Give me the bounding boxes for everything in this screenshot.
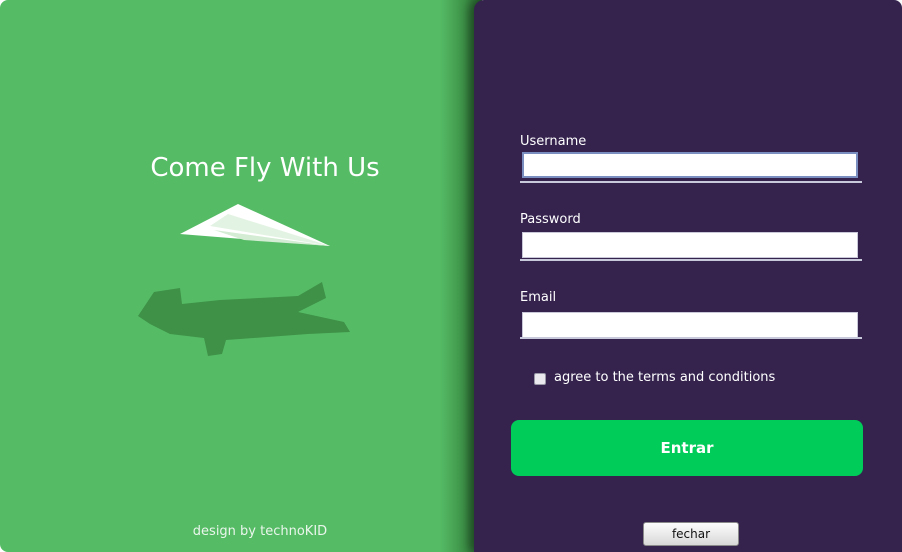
password-underline [520, 259, 862, 261]
username-underline [520, 181, 862, 183]
close-button[interactable]: fechar [643, 522, 739, 546]
email-underline [520, 337, 862, 339]
terms-checkbox[interactable] [534, 373, 546, 385]
submit-button[interactable]: Entrar [511, 420, 863, 476]
username-label: Username [520, 134, 587, 149]
email-input[interactable] [522, 312, 858, 338]
password-label: Password [520, 212, 581, 227]
password-input[interactable] [522, 232, 858, 258]
login-panel: Username Password Email agree to the ter… [474, 0, 902, 552]
username-input[interactable] [522, 152, 858, 178]
airplane-shadow-icon [138, 282, 350, 356]
terms-label: agree to the terms and conditions [554, 370, 776, 385]
email-label: Email [520, 290, 557, 305]
design-credit: design by technoKID [192, 524, 328, 539]
paper-plane-icon [180, 204, 330, 246]
branding-panel: Come Fly With Us design by technoKID [0, 0, 482, 552]
tagline: Come Fly With Us [150, 153, 380, 183]
